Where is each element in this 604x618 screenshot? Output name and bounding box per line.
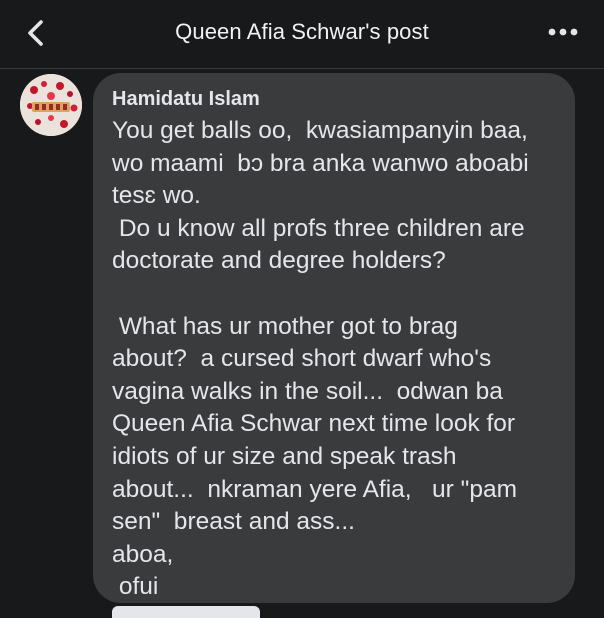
comment-text: You get balls oo, kwasiampanyin baa, wo … (112, 117, 529, 601)
next-comment-preview (112, 606, 260, 618)
more-horizontal-icon (548, 28, 578, 36)
avatar[interactable] (20, 74, 82, 136)
comment-author-name[interactable]: Hamidatu Islam (112, 88, 260, 111)
page-title: Queen Afia Schwar's post (175, 19, 429, 44)
more-options-button[interactable] (548, 22, 578, 42)
top-navigation-bar: Queen Afia Schwar's post (0, 0, 604, 69)
profile-photo-icon (20, 74, 82, 136)
